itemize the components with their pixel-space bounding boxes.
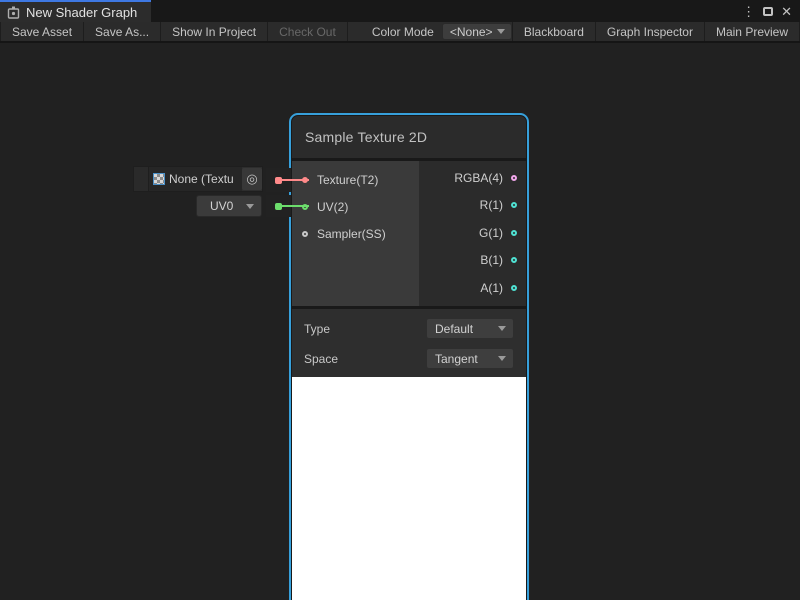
type-label: Type (304, 322, 330, 336)
object-picker-button[interactable]: ◎ (242, 168, 262, 190)
port-row: Sampler(SS) (292, 220, 419, 247)
blackboard-button[interactable]: Blackboard (512, 22, 596, 41)
port-row: B(1) (419, 247, 517, 275)
port-label: R(1) (480, 198, 503, 212)
menu-kebab-icon[interactable]: ⋮ (742, 5, 755, 18)
save-asset-button[interactable]: Save Asset (0, 22, 84, 41)
port-row: G(1) (419, 219, 517, 247)
save-as-button[interactable]: Save As... (84, 22, 161, 41)
chevron-down-icon (246, 204, 254, 209)
space-dropdown[interactable]: Tangent (426, 348, 514, 369)
port-label: A(1) (480, 281, 503, 295)
texture-thumbnail-icon (153, 173, 165, 185)
port-row: UV(2) (292, 193, 419, 220)
color-mode-label: Color Mode (348, 22, 442, 41)
graph-canvas[interactable]: Sample Texture 2D Texture(T2) UV(2) Samp… (0, 45, 800, 600)
toolbar: Save Asset Save As... Show In Project Ch… (0, 22, 800, 43)
port-label: UV(2) (317, 200, 348, 214)
node-ports: Texture(T2) UV(2) Sampler(SS) RGBA(4) R(… (292, 161, 526, 306)
port-label: Sampler(SS) (317, 227, 386, 241)
port-row: R(1) (419, 192, 517, 220)
shader-graph-icon (7, 6, 20, 19)
space-label: Space (304, 352, 338, 366)
port-label: RGBA(4) (454, 171, 503, 185)
output-ports-column: RGBA(4) R(1) G(1) B(1) A(1) (419, 161, 526, 306)
type-dropdown[interactable]: Default (426, 318, 514, 339)
tab-title: New Shader Graph (26, 5, 137, 20)
tab-new-shader-graph[interactable]: New Shader Graph (0, 0, 151, 22)
chevron-down-icon (497, 29, 505, 34)
output-port-r[interactable] (511, 202, 517, 208)
output-port-a[interactable] (511, 285, 517, 291)
space-value: Tangent (435, 352, 478, 366)
graph-inspector-button[interactable]: Graph Inspector (596, 22, 705, 41)
node-title[interactable]: Sample Texture 2D (292, 116, 526, 158)
node-controls: Type Default Space Tangent (292, 309, 526, 377)
output-port-g[interactable] (511, 230, 517, 236)
port-row: Texture(T2) (292, 166, 419, 193)
port-label: G(1) (479, 226, 503, 240)
input-ports-column: Texture(T2) UV(2) Sampler(SS) (292, 161, 419, 306)
texture-object-field[interactable]: None (Textu ◎ (133, 166, 263, 192)
check-out-button: Check Out (268, 22, 348, 41)
uv-wire (279, 205, 309, 207)
control-row: Space Tangent (304, 348, 514, 369)
chevron-down-icon (498, 326, 506, 331)
texture-field-body: None (Textu (149, 167, 242, 191)
texture-field-value: None (Textu (169, 172, 234, 186)
output-port-rgba[interactable] (511, 175, 517, 181)
uv-channel-dropdown[interactable]: UV0 (196, 195, 262, 217)
port-label: B(1) (480, 253, 503, 267)
control-row: Type Default (304, 318, 514, 339)
input-port-sampler[interactable] (302, 231, 308, 237)
chevron-down-icon (498, 356, 506, 361)
type-value: Default (435, 322, 473, 336)
close-icon[interactable]: ✕ (781, 5, 792, 18)
port-label: Texture(T2) (317, 173, 378, 187)
port-row: RGBA(4) (419, 164, 517, 192)
uv-channel-value: UV0 (210, 199, 233, 213)
texture-wire (279, 179, 309, 181)
tab-strip: New Shader Graph ⋮ ✕ (0, 0, 800, 22)
object-field-spacer (134, 167, 149, 191)
object-picker-icon: ◎ (246, 171, 257, 187)
node-preview (292, 377, 526, 600)
port-row: A(1) (419, 274, 517, 302)
show-in-project-button[interactable]: Show In Project (161, 22, 268, 41)
main-preview-button[interactable]: Main Preview (705, 22, 800, 41)
output-port-b[interactable] (511, 257, 517, 263)
color-mode-value: <None> (450, 25, 493, 39)
color-mode-dropdown[interactable]: <None> (442, 23, 512, 40)
maximize-icon[interactable] (763, 7, 773, 16)
node-sample-texture-2d[interactable]: Sample Texture 2D Texture(T2) UV(2) Samp… (289, 113, 529, 600)
